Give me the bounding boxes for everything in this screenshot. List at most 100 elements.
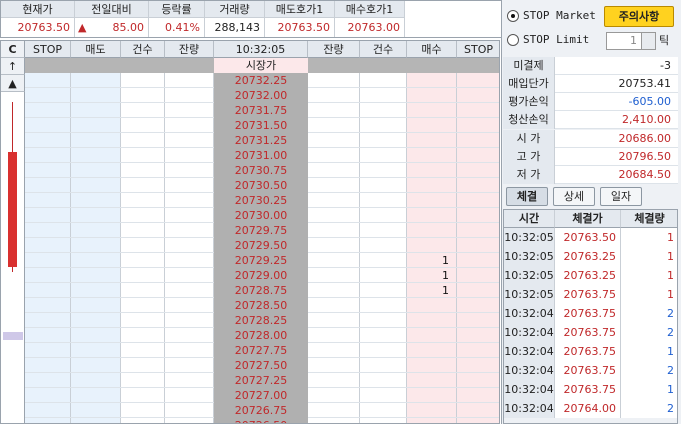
trade-time: 10:32:04 xyxy=(504,380,555,399)
price-level[interactable]: 20726.75 xyxy=(214,403,308,418)
price-level[interactable]: 20729.50 xyxy=(214,238,308,253)
bid-order-qty[interactable] xyxy=(407,388,457,403)
trade-price: 20763.75 xyxy=(555,323,621,342)
center-price-button[interactable]: ▲ xyxy=(1,75,25,92)
info-row: 저 가 20684.50 xyxy=(503,166,678,184)
bid-order-qty[interactable] xyxy=(407,148,457,163)
price-level[interactable]: 20730.00 xyxy=(214,208,308,223)
trade-qty: 1 xyxy=(621,380,677,399)
bid-order-qty[interactable] xyxy=(407,343,457,358)
ask-qty-col xyxy=(165,58,214,423)
price-level[interactable]: 20728.25 xyxy=(214,313,308,328)
bid-order-qty[interactable] xyxy=(407,163,457,178)
header-ask-count: 건수 xyxy=(121,41,165,58)
price-level[interactable]: 20732.25 xyxy=(214,73,308,88)
volume-value: 288,143 xyxy=(214,21,261,34)
price-level[interactable]: 20729.75 xyxy=(214,223,308,238)
price-level[interactable]: 20727.00 xyxy=(214,388,308,403)
stop-market-label[interactable]: STOP Market xyxy=(523,9,596,23)
bid-order-qty[interactable]: 1 xyxy=(407,268,457,283)
bid-order-qty[interactable] xyxy=(407,133,457,148)
price-level[interactable]: 20727.50 xyxy=(214,358,308,373)
trade-price: 20763.25 xyxy=(555,266,621,285)
trade-row: 10:32:04 20764.00 2 xyxy=(504,399,677,418)
stop-limit-label[interactable]: STOP Limit xyxy=(523,33,589,47)
market-price-button[interactable]: 시장가 xyxy=(214,58,308,73)
cancel-all-button[interactable]: C xyxy=(1,41,25,58)
header-time: 10:32:05 xyxy=(214,41,308,58)
trade-qty: 2 xyxy=(621,399,677,418)
bid-order-qty[interactable] xyxy=(407,178,457,193)
price-level[interactable]: 20731.75 xyxy=(214,103,308,118)
tick-value[interactable]: 1 xyxy=(630,34,637,48)
bid-order-qty[interactable] xyxy=(407,193,457,208)
bid-order-qty[interactable]: 1 xyxy=(407,253,457,268)
trade-time: 10:32:04 xyxy=(504,361,555,380)
tick-stepper[interactable]: 1 xyxy=(606,32,656,50)
trade-price: 20763.75 xyxy=(555,361,621,380)
change-rate-header: 등락률 xyxy=(149,1,204,18)
tab-execution[interactable]: 체결 xyxy=(506,187,548,206)
bid1-header: 매수호가1 xyxy=(335,1,404,18)
price-level[interactable]: 20730.75 xyxy=(214,163,308,178)
trade-row: 10:32:04 20763.75 1 xyxy=(504,380,677,399)
price-level[interactable]: 20732.00 xyxy=(214,88,308,103)
bid-order-qty[interactable] xyxy=(407,358,457,373)
bid-order-qty[interactable] xyxy=(407,298,457,313)
stepper-arrows-icon[interactable] xyxy=(641,33,655,49)
change-rate-value: 0.41% xyxy=(165,21,200,34)
bid-order-qty[interactable] xyxy=(407,208,457,223)
bid-order-qty[interactable]: 1 xyxy=(407,283,457,298)
price-level[interactable]: 20728.00 xyxy=(214,328,308,343)
volume-header: 거래량 xyxy=(205,1,264,18)
stop-market-radio[interactable] xyxy=(507,10,519,22)
price-level[interactable]: 20728.75 xyxy=(214,283,308,298)
info-value: -605.00 xyxy=(628,95,671,108)
trade-qty: 2 xyxy=(621,323,677,342)
bid-order-qty[interactable] xyxy=(407,328,457,343)
trades-header-time: 시간 xyxy=(504,210,555,228)
trade-price: 20763.75 xyxy=(555,342,621,361)
price-level[interactable]: 20728.50 xyxy=(214,298,308,313)
ask-order-col xyxy=(71,58,121,423)
bid-order-qty[interactable] xyxy=(407,313,457,328)
bid-order-qty[interactable] xyxy=(407,103,457,118)
price-level[interactable]: 20729.00 xyxy=(214,268,308,283)
trade-price: 20763.50 xyxy=(555,228,621,247)
bid-order-qty[interactable] xyxy=(407,238,457,253)
bid-order-qty[interactable] xyxy=(407,403,457,418)
tab-daily[interactable]: 일자 xyxy=(600,187,642,206)
trades-header-qty: 체결량 xyxy=(621,210,677,228)
trade-time: 10:32:04 xyxy=(504,342,555,361)
bid-order-qty[interactable] xyxy=(407,223,457,238)
trade-qty: 1 xyxy=(621,342,677,361)
tab-detail[interactable]: 상세 xyxy=(553,187,595,206)
info-row: 미결제 -3 xyxy=(503,57,678,75)
bid-order-qty[interactable] xyxy=(407,118,457,133)
header-bid-order: 매수 xyxy=(407,41,457,58)
bid-order-qty[interactable] xyxy=(407,418,457,423)
price-level[interactable]: 20729.25 xyxy=(214,253,308,268)
trade-row: 10:32:05 20763.25 1 xyxy=(504,266,677,285)
bid-order-qty[interactable] xyxy=(407,373,457,388)
header-ask-stop: STOP xyxy=(25,41,71,58)
trade-qty: 2 xyxy=(621,361,677,380)
trade-time: 10:32:05 xyxy=(504,228,555,247)
price-level[interactable]: 20730.50 xyxy=(214,178,308,193)
trade-price: 20764.00 xyxy=(555,399,621,418)
info-value: 20796.50 xyxy=(618,150,672,163)
price-level[interactable]: 20727.25 xyxy=(214,373,308,388)
price-level[interactable]: 20726.50 xyxy=(214,418,308,423)
current-price-col: 현재가 20763.50 xyxy=(1,1,75,37)
price-level[interactable]: 20730.25 xyxy=(214,193,308,208)
bid-order-qty[interactable] xyxy=(407,73,457,88)
price-level[interactable]: 20731.00 xyxy=(214,148,308,163)
price-level[interactable]: 20731.50 xyxy=(214,118,308,133)
caution-button[interactable]: 주의사항 xyxy=(604,6,674,27)
price-level[interactable]: 20727.75 xyxy=(214,343,308,358)
scroll-up-icon[interactable]: ↑ xyxy=(1,58,25,75)
trade-row: 10:32:05 20763.75 1 xyxy=(504,285,677,304)
stop-limit-radio[interactable] xyxy=(507,34,519,46)
price-level[interactable]: 20731.25 xyxy=(214,133,308,148)
bid-order-qty[interactable] xyxy=(407,88,457,103)
